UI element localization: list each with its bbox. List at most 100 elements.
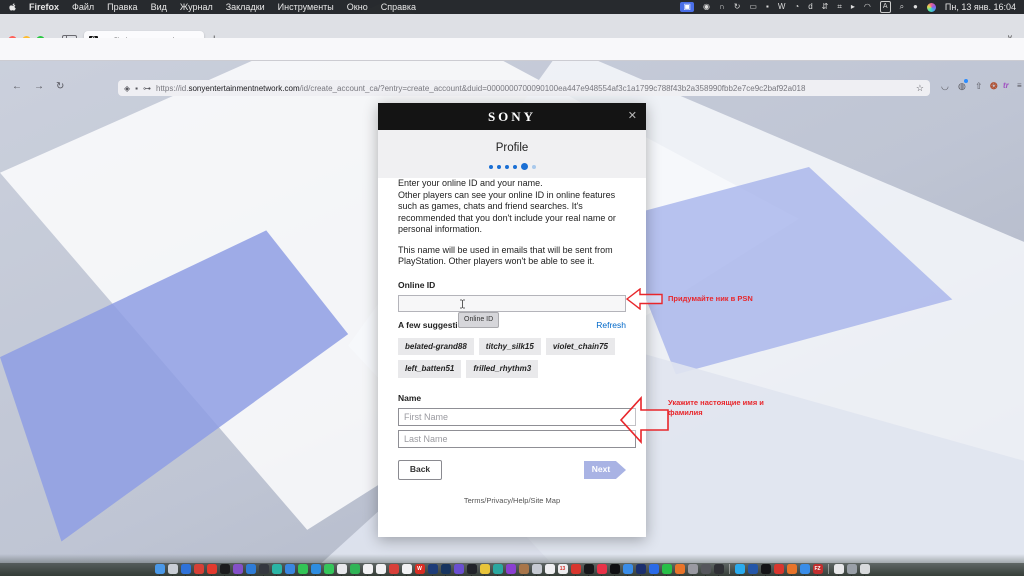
last-name-field[interactable]	[398, 430, 636, 448]
display-icon[interactable]: ▭	[749, 2, 757, 12]
dock-app-app[interactable]	[674, 564, 685, 576]
dock-app-app[interactable]	[648, 564, 659, 576]
first-name-field[interactable]	[398, 408, 636, 426]
toggles-icon[interactable]: ⇵	[822, 2, 829, 12]
dock-app-trash[interactable]	[859, 564, 870, 576]
dock-app-app[interactable]	[232, 564, 243, 576]
tracking-shield-icon[interactable]: ◈	[124, 84, 130, 93]
menu-item-firefox[interactable]: Firefox	[29, 2, 59, 12]
screen-sharing-icon[interactable]: ▣	[680, 2, 694, 12]
dock-app-apple-tv[interactable]	[583, 564, 594, 576]
translate-icon[interactable]: tr	[1003, 81, 1009, 90]
dialog-close-icon[interactable]: ✕	[628, 109, 637, 122]
online-id-input[interactable]	[398, 295, 626, 312]
dock-app-firefox[interactable]	[786, 564, 797, 576]
suggestion-chip[interactable]: frilled_rhythm3	[466, 360, 539, 378]
dock-app-app[interactable]	[453, 564, 464, 576]
menu-item-журнал[interactable]: Журнал	[180, 2, 213, 12]
dock-app-music[interactable]	[596, 564, 607, 576]
sync-icon[interactable]: ↻	[734, 2, 741, 12]
dock-app-app[interactable]	[388, 564, 399, 576]
keyboard-icon[interactable]: ⌗	[837, 2, 842, 12]
menu-item-окно[interactable]: Окно	[347, 2, 368, 12]
headphones-icon[interactable]: ∩	[719, 2, 725, 12]
url-bar[interactable]: ◈ ▪ ⊶ https://id.sonyentertainmentnetwor…	[118, 80, 930, 96]
reload-icon[interactable]: ↻	[56, 81, 64, 93]
extension-icon[interactable]: ◍	[958, 79, 968, 92]
menu-item-файл[interactable]: Файл	[72, 2, 94, 12]
dock-app-app[interactable]	[206, 564, 217, 576]
dock-app-app[interactable]	[245, 564, 256, 576]
dock-app-whatsapp[interactable]	[297, 564, 308, 576]
dock-app-app[interactable]	[258, 564, 269, 576]
dock-app-app[interactable]	[323, 564, 334, 576]
menu-item-правка[interactable]: Правка	[107, 2, 137, 12]
dock-app-files-folder[interactable]	[833, 564, 844, 576]
refresh-link[interactable]: Refresh	[596, 320, 626, 332]
dock-app-app[interactable]	[401, 564, 412, 576]
dock-app-finder[interactable]	[154, 564, 165, 576]
menu-item-вид[interactable]: Вид	[151, 2, 167, 12]
dock-app-app[interactable]	[609, 564, 620, 576]
wifi-icon[interactable]: ◠	[864, 2, 871, 12]
addon-icon[interactable]: ❂	[990, 81, 998, 92]
docker-icon[interactable]: d	[808, 2, 812, 12]
share-icon[interactable]: ⇧	[975, 81, 983, 92]
play-icon[interactable]: ▸	[851, 2, 855, 12]
suggestion-chip[interactable]: belated-grand88	[398, 337, 474, 355]
dock-app-app[interactable]	[284, 564, 295, 576]
dock-app-photos[interactable]	[336, 564, 347, 576]
dock-app-app[interactable]	[622, 564, 633, 576]
menu-item-закладки[interactable]: Закладки	[226, 2, 265, 12]
suggestion-chip[interactable]: left_batten51	[398, 360, 462, 378]
siri-icon[interactable]	[926, 2, 936, 12]
menu-bar-clock[interactable]: Пн, 13 янв. 16:04	[945, 2, 1016, 12]
dock-app-app-store[interactable]	[180, 564, 191, 576]
dock-app-app[interactable]	[570, 564, 581, 576]
dock-app-app[interactable]	[747, 564, 758, 576]
word-icon[interactable]: W	[778, 2, 786, 12]
dock-app-app[interactable]	[713, 564, 724, 576]
dock-app-word[interactable]: W	[414, 564, 425, 576]
dock-app-app[interactable]	[427, 564, 438, 576]
dock-app-app[interactable]	[531, 564, 542, 576]
meter-icon[interactable]: ◔	[794, 2, 799, 12]
dock-app-app[interactable]	[505, 564, 516, 576]
dock-app-filezilla[interactable]: FZ	[812, 564, 823, 576]
dock-app-app[interactable]	[219, 564, 230, 576]
suggestion-chip[interactable]: violet_chain75	[545, 337, 615, 355]
dock-app-app[interactable]	[635, 564, 646, 576]
dock-app-app[interactable]	[479, 564, 490, 576]
dock-app-app[interactable]	[544, 564, 555, 576]
dock-app-downloads-folder[interactable]	[846, 564, 857, 576]
dock-app-app[interactable]	[492, 564, 503, 576]
dock-app-app[interactable]	[375, 564, 386, 576]
back-button[interactable]: Back	[398, 460, 442, 480]
dock-app-app[interactable]	[700, 564, 711, 576]
apple-icon[interactable]	[8, 2, 17, 12]
dock-app-telegram[interactable]	[734, 564, 745, 576]
forward-icon[interactable]: →	[34, 81, 44, 93]
next-button[interactable]: Next	[584, 461, 626, 479]
dock-app-app[interactable]	[687, 564, 698, 576]
dock-app-app[interactable]	[440, 564, 451, 576]
dock-app-app[interactable]	[661, 564, 672, 576]
camera-icon[interactable]: ◉	[703, 2, 710, 12]
user-switch-icon[interactable]: ●	[913, 2, 918, 12]
menu-item-справка[interactable]: Справка	[381, 2, 416, 12]
back-icon[interactable]: ←	[12, 81, 22, 93]
spotlight-icon[interactable]: ⌕	[900, 2, 904, 12]
dock-app-app[interactable]	[271, 564, 282, 576]
dock-app-app[interactable]	[518, 564, 529, 576]
dialog-footer-links[interactable]: Terms/Privacy/Help/Site Map	[378, 496, 646, 505]
permissions-icon[interactable]: ⊶	[143, 84, 151, 93]
dock-app-calendar[interactable]: 13	[557, 564, 568, 576]
https-lock-icon[interactable]: ▪	[135, 84, 138, 93]
hamburger-menu-icon[interactable]: ≡	[1017, 81, 1022, 90]
dock-app-launchpad[interactable]	[167, 564, 178, 576]
dock-app-app[interactable]	[773, 564, 784, 576]
lock-icon[interactable]: ▪	[766, 2, 769, 12]
input-source-icon[interactable]: A	[879, 1, 891, 13]
suggestion-chip[interactable]: titchy_silk15	[478, 337, 541, 355]
menu-item-инструменты[interactable]: Инструменты	[278, 2, 334, 12]
